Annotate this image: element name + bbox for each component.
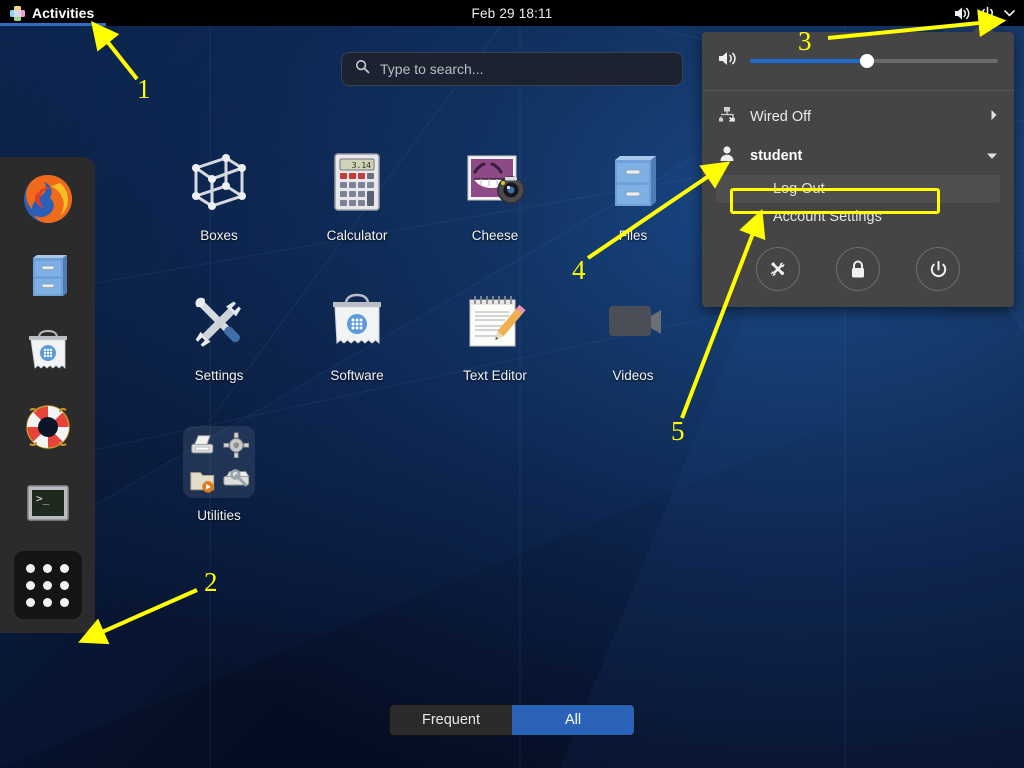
menu-divider — [702, 90, 1014, 91]
app-label: Text Editor — [463, 368, 527, 383]
network-label: Wired Off — [750, 109, 976, 125]
wired-network-off-icon — [718, 106, 736, 127]
shopping-bag-icon — [321, 286, 393, 358]
boxes-icon — [183, 146, 255, 218]
power-button[interactable] — [916, 247, 960, 291]
system-menu-panel: Wired Off student Log Out Account Settin… — [702, 32, 1014, 307]
mini-icon-scanner — [187, 430, 218, 461]
app-label: Videos — [612, 368, 653, 383]
videos-icon — [597, 286, 669, 358]
activities-label: Activities — [32, 5, 94, 21]
chevron-down-icon[interactable] — [1004, 9, 1015, 17]
user-avatar-icon — [718, 145, 736, 166]
menu-item-user[interactable]: student — [702, 136, 1014, 175]
app-label: Cheese — [472, 228, 519, 243]
app-label: Utilities — [197, 508, 241, 523]
volume-high-icon[interactable] — [954, 6, 971, 21]
dock-item-terminal[interactable]: >_ — [20, 475, 76, 531]
app-folder-utilities[interactable]: Utilities — [150, 420, 288, 560]
search-icon — [355, 59, 370, 79]
dock-item-firefox[interactable] — [20, 171, 76, 227]
gnome-logo-icon — [10, 6, 25, 21]
mini-icon-folder — [187, 464, 218, 495]
lock-button[interactable] — [836, 247, 880, 291]
top-bar: Activities Feb 29 18:11 — [0, 0, 1024, 26]
system-action-buttons — [702, 231, 1014, 299]
menu-item-network[interactable]: Wired Off — [702, 97, 1014, 136]
file-cabinet-icon — [597, 146, 669, 218]
dash-dock: >_ — [0, 157, 95, 633]
search-input[interactable]: Type to search... — [341, 52, 683, 86]
cheese-webcam-icon — [459, 146, 531, 218]
app-files[interactable]: Files — [564, 140, 702, 280]
chevron-right-icon[interactable] — [990, 109, 998, 125]
app-label: Settings — [195, 368, 244, 383]
dock-item-help[interactable] — [20, 399, 76, 455]
app-software[interactable]: Software — [288, 280, 426, 420]
application-grid: Boxes 3.14 — [150, 140, 750, 560]
mini-icon-disk-utility — [221, 464, 252, 495]
folder-group-icon — [183, 426, 255, 498]
app-calculator[interactable]: 3.14 Calculator — [288, 140, 426, 280]
svg-text:3.14: 3.14 — [352, 161, 371, 170]
view-selector: Frequent All — [0, 704, 1024, 736]
dock-item-files[interactable] — [20, 247, 76, 303]
grid-dots-icon — [26, 564, 69, 607]
tab-all[interactable]: All — [512, 705, 634, 735]
mini-icon-settings — [221, 430, 252, 461]
notepad-pencil-icon — [459, 286, 531, 358]
app-label: Software — [330, 368, 383, 383]
app-settings[interactable]: Settings — [150, 280, 288, 420]
app-boxes[interactable]: Boxes — [150, 140, 288, 280]
volume-slider[interactable] — [750, 59, 998, 63]
status-area[interactable] — [954, 0, 1024, 26]
dock-item-software[interactable] — [20, 323, 76, 379]
search-placeholder: Type to search... — [380, 61, 484, 77]
log-out-highlight-box — [730, 188, 940, 214]
activities-button[interactable]: Activities — [0, 0, 106, 26]
app-text-editor[interactable]: Text Editor — [426, 280, 564, 420]
chevron-down-icon[interactable] — [986, 148, 998, 164]
settings-button[interactable] — [756, 247, 800, 291]
clock[interactable]: Feb 29 18:11 — [0, 6, 1024, 21]
app-label: Calculator — [327, 228, 388, 243]
user-label: student — [750, 148, 972, 164]
show-applications-button[interactable] — [14, 551, 82, 619]
app-label: Files — [619, 228, 648, 243]
app-cheese[interactable]: Cheese — [426, 140, 564, 280]
volume-control-row[interactable] — [702, 46, 1014, 90]
app-label: Boxes — [200, 228, 238, 243]
calculator-icon: 3.14 — [321, 146, 393, 218]
svg-text:>_: >_ — [36, 492, 50, 505]
tab-frequent[interactable]: Frequent — [390, 705, 512, 735]
power-icon[interactable] — [980, 6, 995, 21]
tools-icon — [183, 286, 255, 358]
app-videos[interactable]: Videos — [564, 280, 702, 420]
volume-icon[interactable] — [718, 50, 738, 72]
